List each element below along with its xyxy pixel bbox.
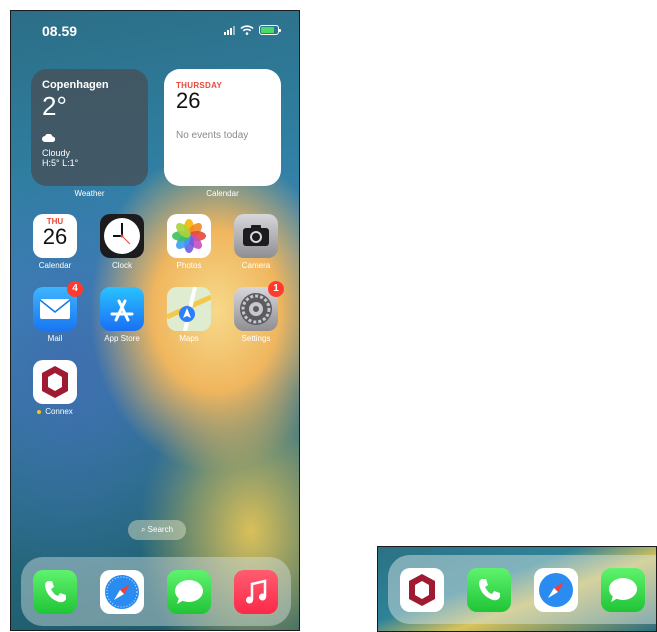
calendar-widget-events: No events today bbox=[176, 130, 249, 141]
connex-icon bbox=[33, 360, 77, 404]
weather-widget[interactable]: Copenhagen 2° Cloudy H:5° L:1° bbox=[31, 69, 148, 186]
phone-icon[interactable] bbox=[33, 570, 77, 614]
app-label: Camera bbox=[241, 261, 271, 270]
calendar-icon-date: 26 bbox=[42, 224, 68, 249]
calendar-icon: THU 26 bbox=[33, 214, 77, 258]
search-label: Search bbox=[147, 525, 174, 534]
app-camera[interactable]: Camera bbox=[226, 214, 286, 270]
clock-icon bbox=[100, 214, 144, 258]
dock bbox=[21, 557, 291, 626]
iphone-home-screen: 08.59 Copenhagen 2° Cloudy H:5° L:1° Wea… bbox=[10, 10, 300, 631]
app-maps[interactable]: Maps bbox=[159, 286, 219, 343]
signal-icon bbox=[224, 25, 235, 35]
app-label: Clock bbox=[111, 261, 132, 270]
app-photos[interactable]: Photos bbox=[159, 214, 219, 270]
app-label: App Store bbox=[104, 334, 140, 343]
status-bar: 08.59 bbox=[11, 11, 299, 51]
wifi-icon bbox=[240, 25, 254, 35]
weather-city: Copenhagen bbox=[42, 79, 109, 91]
weather-high-low: H:5° L:1° bbox=[42, 158, 79, 168]
app-calendar[interactable]: THU 26 Calendar bbox=[25, 214, 85, 270]
search-icon: ⌕ bbox=[140, 525, 148, 534]
app-label: Calendar bbox=[38, 261, 72, 270]
phone-icon[interactable] bbox=[467, 568, 511, 612]
app-label: Mail bbox=[47, 334, 63, 343]
music-icon[interactable] bbox=[234, 570, 278, 614]
app-store-icon bbox=[100, 287, 144, 331]
battery-icon bbox=[259, 25, 281, 35]
app-clock[interactable]: Clock bbox=[92, 214, 152, 270]
secondary-dock-preview bbox=[377, 546, 657, 632]
status-icons bbox=[224, 25, 281, 35]
status-time: 08.59 bbox=[42, 23, 78, 39]
weather-condition: Cloudy bbox=[42, 148, 71, 158]
connex-icon[interactable] bbox=[400, 568, 444, 612]
calendar-widget[interactable]: THURSDAY 26 No events today bbox=[164, 69, 281, 186]
app-mail[interactable]: 4 Mail bbox=[25, 281, 85, 343]
settings-gear-icon: 1 bbox=[234, 281, 284, 331]
camera-icon bbox=[234, 214, 278, 258]
photos-icon bbox=[167, 214, 211, 258]
app-connex[interactable]: Connex bbox=[25, 360, 85, 416]
weather-temperature: 2° bbox=[42, 91, 67, 121]
maps-icon bbox=[165, 286, 213, 332]
app-label: Maps bbox=[179, 334, 199, 343]
app-label: Connex bbox=[45, 407, 73, 416]
app-label: Settings bbox=[241, 334, 271, 343]
app-settings[interactable]: 1 Settings bbox=[226, 281, 286, 343]
safari-icon[interactable] bbox=[534, 568, 578, 612]
notification-badge: 1 bbox=[268, 281, 284, 297]
calendar-widget-label: Calendar bbox=[206, 189, 239, 198]
calendar-widget-date: 26 bbox=[176, 88, 201, 113]
mail-icon: 4 bbox=[33, 281, 83, 331]
search-button[interactable]: ⌕ Search bbox=[128, 520, 186, 540]
cloud-icon bbox=[42, 133, 56, 142]
messages-icon[interactable] bbox=[601, 568, 645, 612]
messages-icon[interactable] bbox=[167, 570, 211, 614]
app-label: Photos bbox=[176, 261, 202, 270]
app-app-store[interactable]: App Store bbox=[92, 287, 152, 343]
connex-label-row: Connex bbox=[25, 407, 85, 416]
weather-widget-label: Weather bbox=[74, 189, 105, 198]
new-app-dot bbox=[37, 409, 42, 414]
notification-badge: 4 bbox=[67, 281, 83, 297]
safari-icon[interactable] bbox=[100, 570, 144, 614]
dock bbox=[388, 555, 656, 624]
